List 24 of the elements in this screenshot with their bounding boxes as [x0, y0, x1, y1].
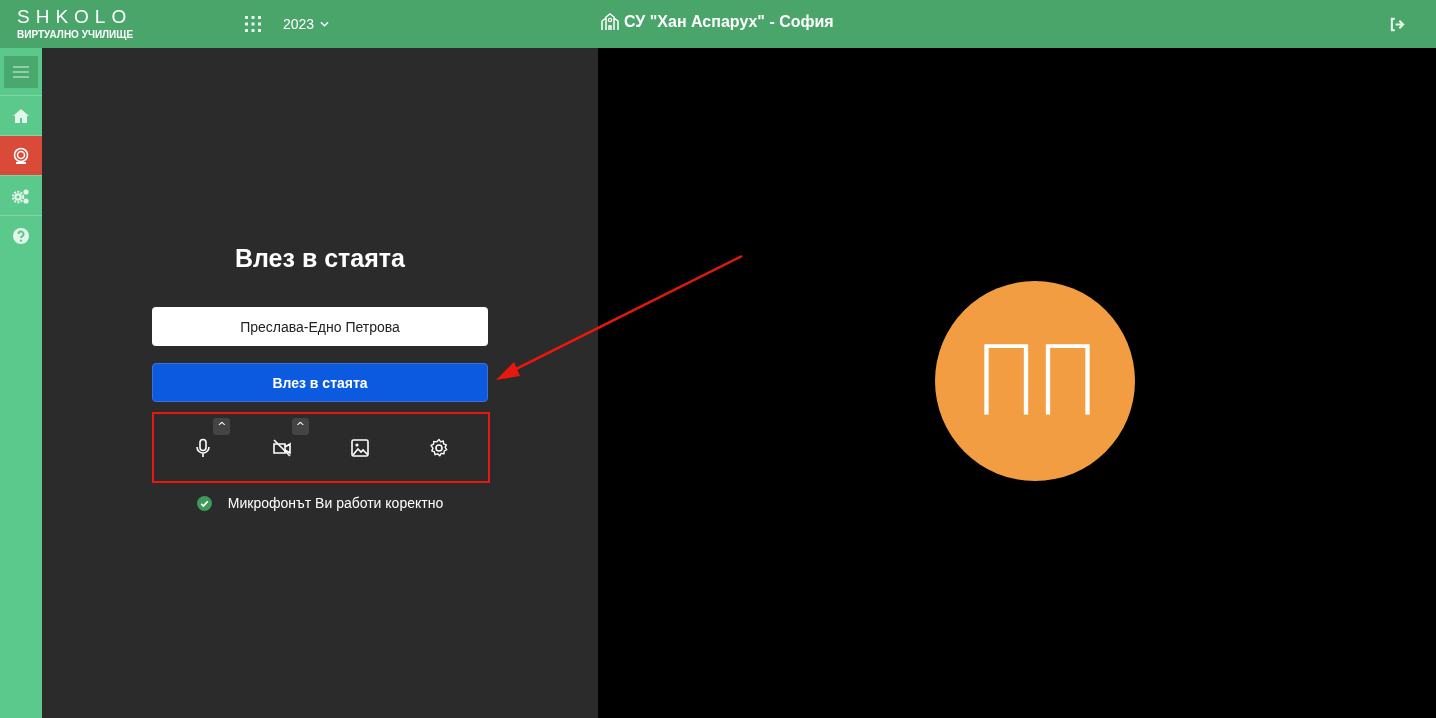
school-building-icon [600, 13, 620, 31]
help-icon [12, 226, 30, 245]
school-name: СУ "Хан Аспарух" - София [624, 13, 834, 31]
options-toggle[interactable]: ^ [213, 417, 231, 435]
join-title: Влез в стаята [235, 244, 405, 273]
avatar-initials: ПП [973, 325, 1097, 437]
status-message: Микрофонът Ви работи коректно [227, 495, 444, 511]
home-icon [12, 106, 30, 125]
sidebar-item[interactable] [0, 135, 42, 175]
logo-wordmark: SHKOLO [17, 7, 134, 27]
camera-off-icon [271, 437, 292, 458]
menu-button[interactable] [4, 56, 38, 88]
logo-subtitle: ВИРТУАЛНО УЧИЛИЩЕ [17, 29, 135, 41]
menu-icon [13, 66, 29, 78]
settings-icon [428, 437, 449, 458]
caret-icon [320, 21, 330, 27]
gears-icon [12, 186, 30, 205]
name-field[interactable]: Преслава-Едно Петрова [152, 307, 488, 346]
webcam-icon [12, 146, 30, 165]
image-icon [350, 437, 371, 458]
options-toggle[interactable]: ^ [291, 417, 309, 435]
join-button[interactable]: Влез в стаята [152, 363, 488, 402]
apps-grid-icon[interactable] [245, 16, 261, 32]
logout-icon[interactable] [1389, 16, 1406, 32]
